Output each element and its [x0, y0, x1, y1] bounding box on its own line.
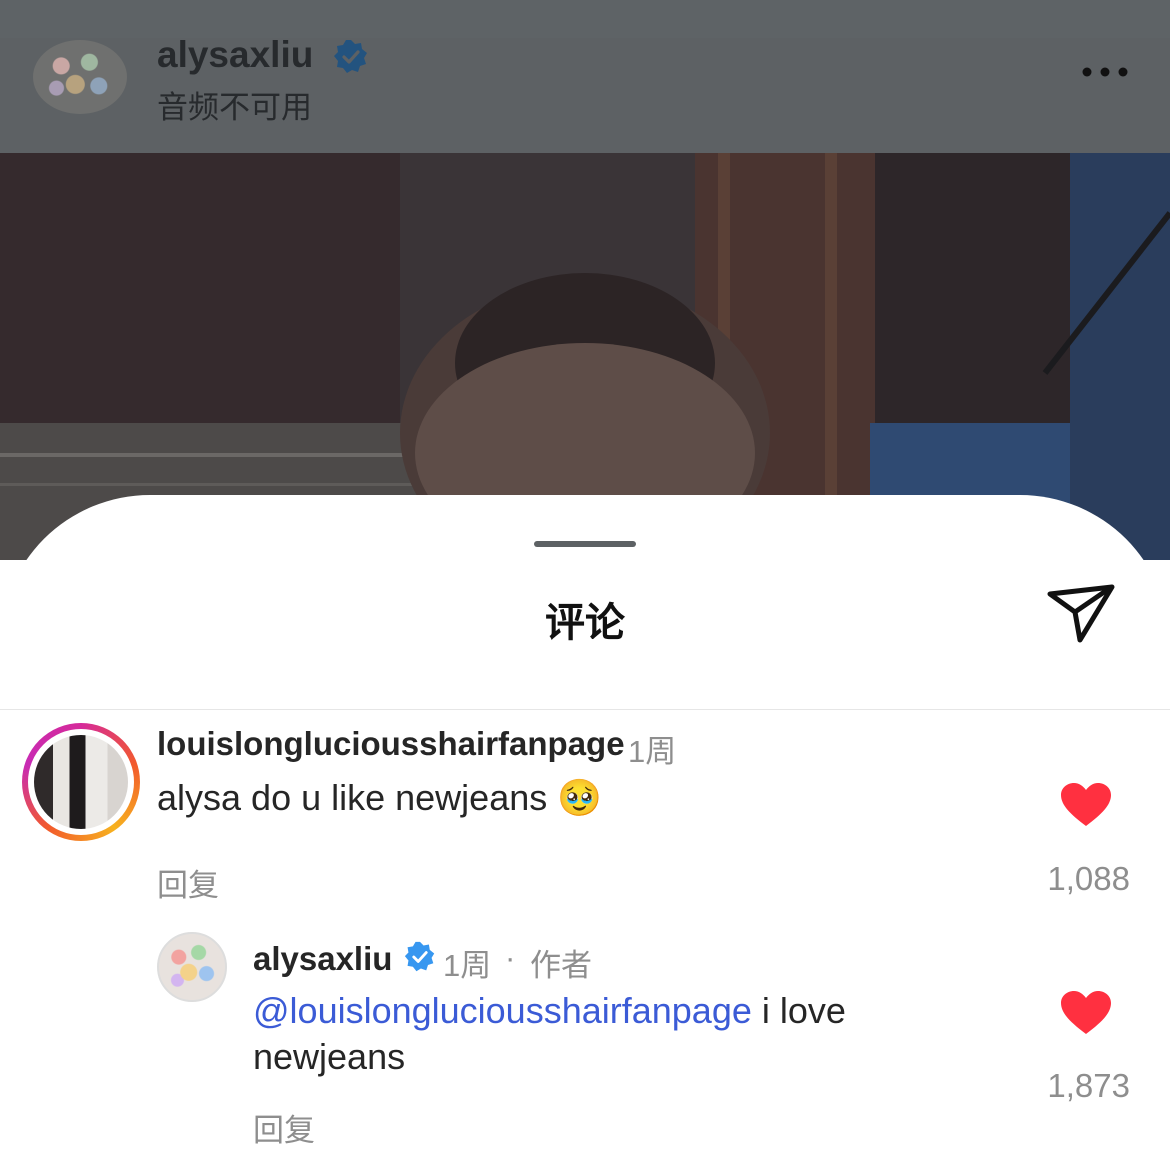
verified-badge-icon [404, 941, 435, 972]
header-divider [0, 709, 1170, 710]
reply-text-line1: i love [751, 990, 846, 1031]
comments-title: 评论 [545, 601, 625, 645]
comment-text-body: alysa do u like newjeans [157, 777, 548, 818]
separator-dot: · [505, 940, 516, 975]
mention-link[interactable]: @louislongluciousshairfanpage [253, 990, 752, 1031]
post-author-username[interactable]: alysaxliu [157, 34, 313, 76]
avatar [34, 735, 128, 829]
status-area [0, 0, 1170, 38]
reply-button[interactable]: 回复 [157, 860, 219, 905]
post-view: alysaxliu 音频不可用 [0, 0, 1170, 560]
reply-username[interactable]: alysaxliu [253, 940, 392, 978]
like-count: 1,873 [1047, 1067, 1130, 1104]
verified-badge-icon [334, 40, 367, 73]
comment-timestamp: 1周 [628, 734, 677, 769]
heart-icon[interactable] [1060, 990, 1112, 1036]
paper-plane-icon[interactable] [1045, 580, 1117, 646]
comment-text: alysa do u like newjeans 🥹 [157, 775, 602, 821]
reply-text-line2: newjeans [253, 1036, 406, 1077]
reply-button[interactable]: 回复 [253, 1105, 315, 1150]
story-ring-avatar[interactable] [22, 723, 140, 841]
like-count: 1,088 [1047, 860, 1130, 897]
heart-icon[interactable] [1060, 782, 1112, 828]
audio-status: 音频不可用 [157, 90, 312, 125]
post-author-avatar[interactable] [33, 40, 127, 114]
pleading-face-emoji: 🥹 [557, 777, 603, 818]
reply-text: @louislongluciousshairfanpage i love new… [253, 988, 846, 1080]
sheet-drag-handle[interactable] [534, 541, 636, 547]
reply-timestamp: 1周 [443, 948, 492, 983]
comment-username[interactable]: louislongluciousshairfanpage [157, 725, 625, 763]
author-badge: 作者 [530, 948, 592, 983]
reply-author-avatar[interactable] [157, 932, 227, 1002]
more-horizontal-icon[interactable] [1080, 62, 1130, 82]
